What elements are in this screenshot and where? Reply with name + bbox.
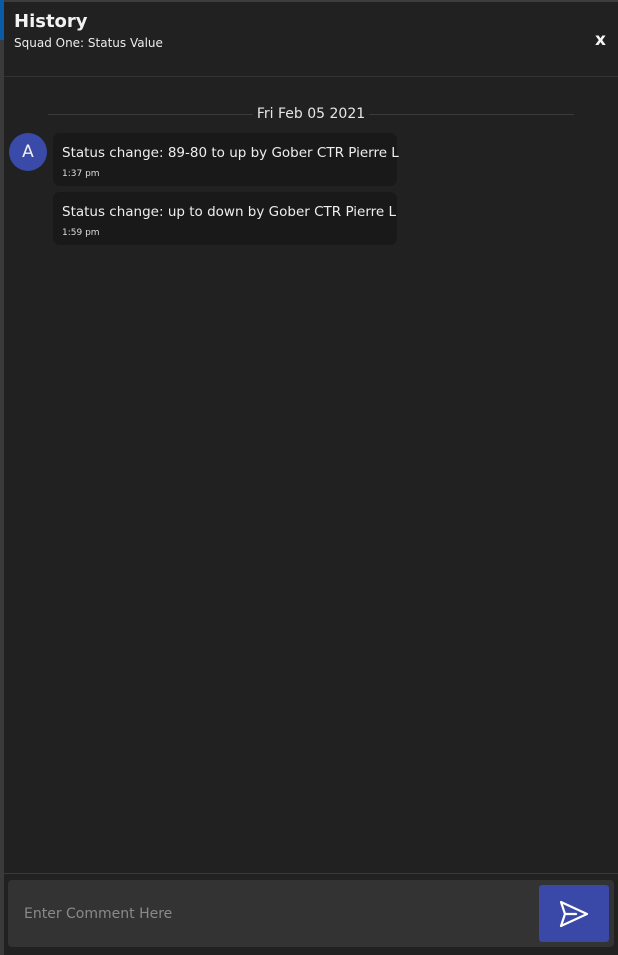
- message-text: Status change: up to down by Gober CTR P…: [62, 204, 397, 220]
- page-subtitle: Squad One: Status Value: [14, 36, 163, 50]
- history-panel: History Squad One: Status Value x Fri Fe…: [0, 0, 618, 955]
- left-edge: [0, 0, 4, 955]
- comment-composer: [8, 880, 614, 947]
- message-bubble: Status change: up to down by Gober CTR P…: [53, 192, 397, 245]
- message-time: 1:59 pm: [62, 228, 100, 238]
- close-button[interactable]: x: [595, 30, 606, 50]
- message-text: Status change: 89-80 to up by Gober CTR …: [62, 145, 399, 161]
- date-separator: Fri Feb 05 2021: [48, 104, 574, 124]
- avatar: A: [9, 133, 47, 171]
- comment-input[interactable]: [8, 880, 528, 947]
- date-label: Fri Feb 05 2021: [252, 104, 370, 124]
- send-button[interactable]: [539, 885, 609, 942]
- send-icon: [559, 900, 589, 928]
- panel-header: History Squad One: Status Value x: [4, 2, 618, 77]
- message-bubble: Status change: 89-80 to up by Gober CTR …: [53, 133, 399, 186]
- footer-divider: [4, 873, 618, 874]
- page-title: History: [14, 11, 88, 32]
- message-time: 1:37 pm: [62, 169, 100, 179]
